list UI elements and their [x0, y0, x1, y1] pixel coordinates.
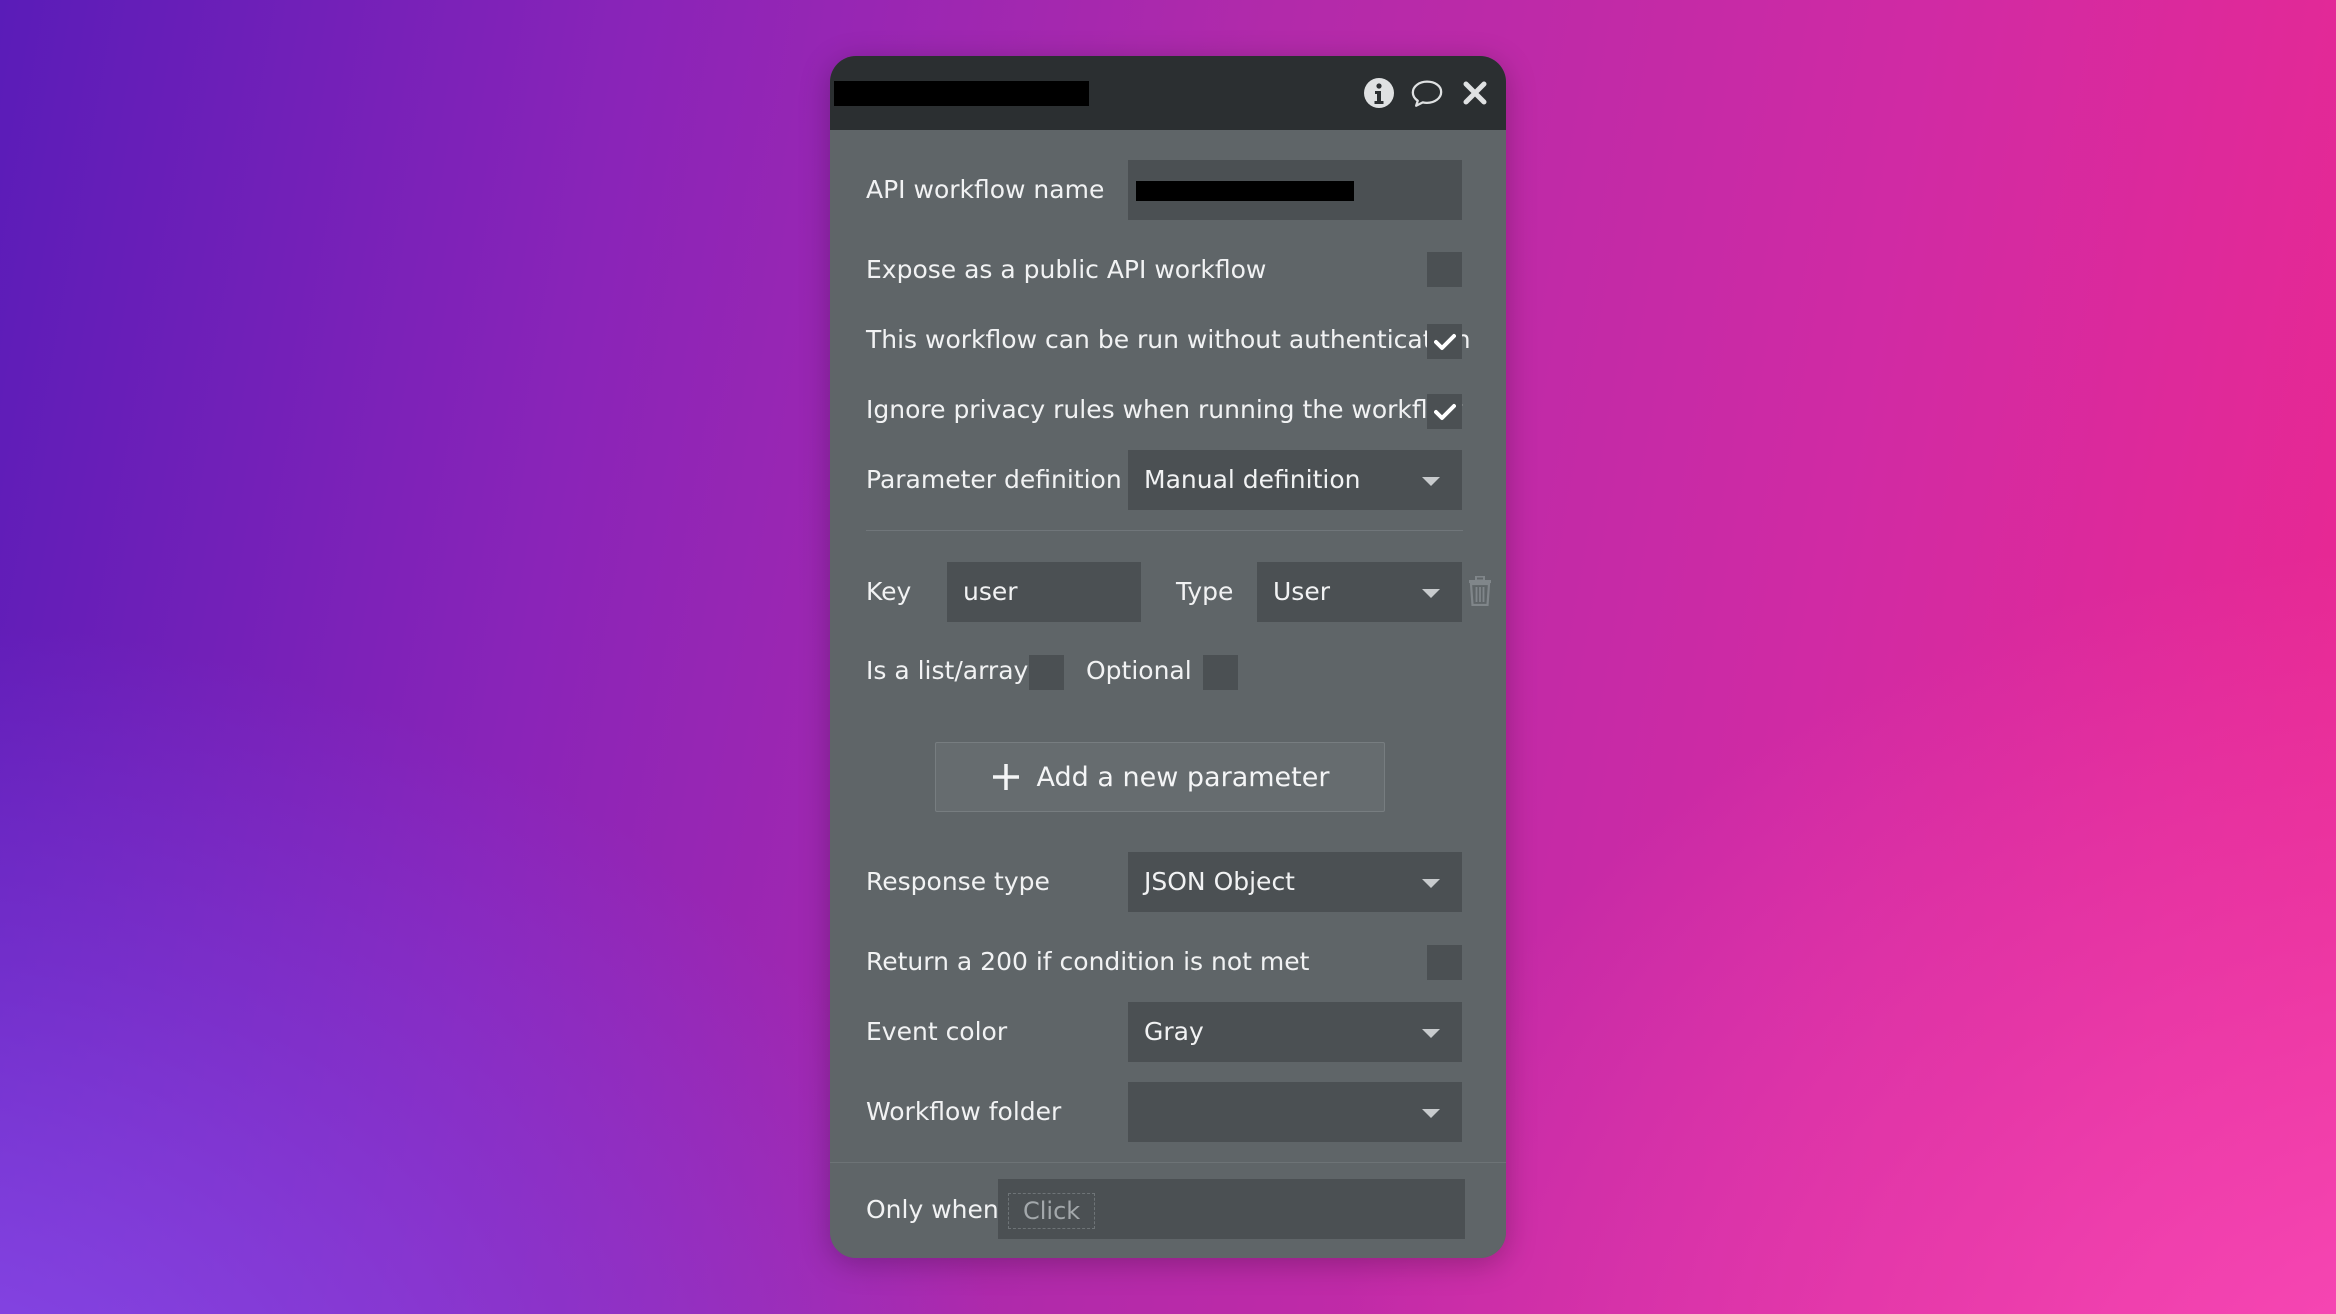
workflow-name-label: API workflow name: [866, 175, 1105, 204]
optional-checkbox[interactable]: [1203, 655, 1238, 690]
parameter-definition-label: Parameter definition: [866, 465, 1122, 494]
response-type-dropdown[interactable]: JSON Object: [1128, 852, 1462, 912]
chevron-down-icon: [1422, 477, 1440, 486]
key-label: Key: [866, 577, 912, 606]
event-color-value: Gray: [1144, 1017, 1204, 1046]
is-list-checkbox[interactable]: [1029, 655, 1064, 690]
api-workflow-dialog: API workflow name Expose as a public API…: [830, 56, 1506, 1258]
click-placeholder[interactable]: Click: [1008, 1193, 1096, 1229]
no-auth-checkbox[interactable]: [1427, 324, 1462, 359]
workflow-folder-label: Workflow folder: [866, 1097, 1062, 1126]
comment-icon[interactable]: [1410, 76, 1444, 110]
add-parameter-button[interactable]: Add a new parameter: [935, 742, 1385, 812]
workflow-name-redacted: [1136, 181, 1354, 201]
chevron-down-icon: [1422, 1029, 1440, 1038]
return-200-checkbox[interactable]: [1427, 945, 1462, 980]
close-icon[interactable]: [1458, 76, 1492, 110]
chevron-down-icon: [1422, 879, 1440, 888]
trash-icon[interactable]: [1468, 575, 1494, 607]
condition-input[interactable]: Click: [998, 1179, 1465, 1239]
workflow-folder-dropdown[interactable]: [1128, 1082, 1462, 1142]
condition-footer: Only when Click: [830, 1162, 1506, 1258]
dialog-title-redacted: [834, 81, 1089, 106]
optional-label: Optional: [1086, 656, 1192, 685]
chevron-down-icon: [1422, 589, 1440, 598]
add-parameter-label: Add a new parameter: [1036, 761, 1330, 793]
dialog-titlebar: [830, 56, 1506, 130]
parameter-definition-value: Manual definition: [1144, 465, 1361, 494]
checkmark-icon: [1433, 333, 1456, 350]
type-value: User: [1273, 577, 1330, 606]
type-label: Type: [1176, 577, 1234, 606]
chevron-down-icon: [1422, 1109, 1440, 1118]
ignore-privacy-checkbox[interactable]: [1427, 394, 1462, 429]
ignore-privacy-label: Ignore privacy rules when running the wo…: [866, 395, 1464, 424]
response-type-label: Response type: [866, 867, 1050, 896]
info-icon[interactable]: [1362, 76, 1396, 110]
plus-icon: [992, 764, 1019, 790]
workflow-name-input[interactable]: [1128, 160, 1462, 220]
parameter-definition-dropdown[interactable]: Manual definition: [1128, 450, 1462, 510]
event-color-label: Event color: [866, 1017, 1008, 1046]
key-value: user: [963, 577, 1018, 606]
no-auth-label: This workflow can be run without authent…: [866, 325, 1471, 354]
expose-public-label: Expose as a public API workflow: [866, 255, 1267, 284]
divider: [866, 530, 1463, 531]
only-when-label: Only when: [866, 1195, 999, 1224]
is-list-label: Is a list/array: [866, 656, 1029, 685]
event-color-dropdown[interactable]: Gray: [1128, 1002, 1462, 1062]
checkmark-icon: [1433, 403, 1456, 420]
response-type-value: JSON Object: [1144, 867, 1295, 896]
expose-public-checkbox[interactable]: [1427, 252, 1462, 287]
return-200-label: Return a 200 if condition is not met: [866, 947, 1310, 976]
type-dropdown[interactable]: User: [1257, 562, 1462, 622]
key-input[interactable]: user: [947, 562, 1141, 622]
